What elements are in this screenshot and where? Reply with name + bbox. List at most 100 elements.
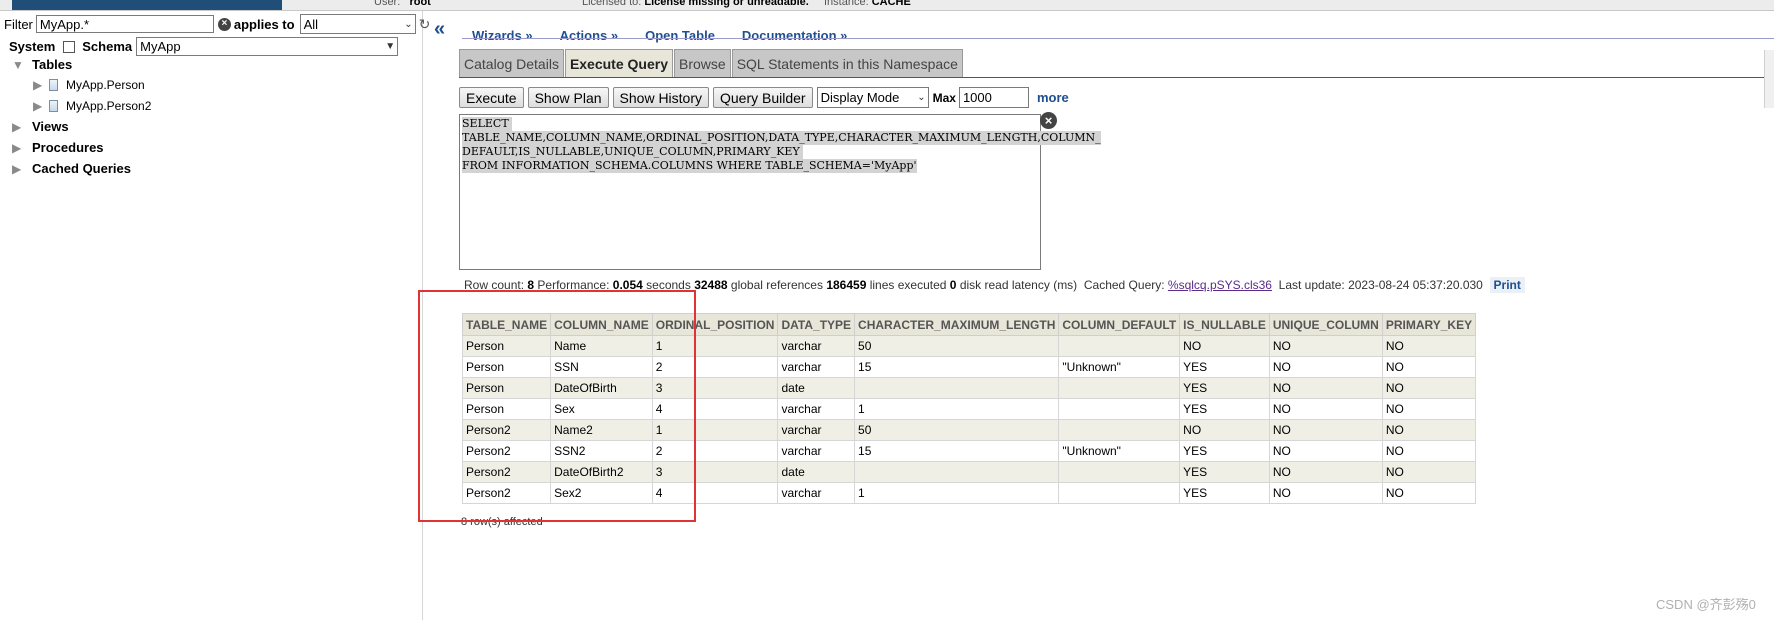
schema-select[interactable]: MyApp ▼ — [136, 37, 399, 56]
menu-open-table[interactable]: Open Table — [645, 28, 715, 43]
instance-info: Instance: CACHE — [824, 0, 911, 8]
table-cell: "Unknown" — [1058, 356, 1181, 378]
refresh-icon[interactable]: ↻ — [419, 16, 431, 33]
table-cell: NO — [1179, 335, 1270, 357]
clear-query-button[interactable]: × — [1040, 112, 1057, 129]
table-cell: YES — [1179, 461, 1270, 483]
table-cell — [1058, 377, 1181, 399]
more-link[interactable]: more — [1037, 90, 1069, 105]
table-cell: NO — [1268, 356, 1383, 378]
table-cell: varchar — [777, 335, 856, 357]
tree-node-views[interactable]: ▶ Views — [12, 119, 69, 134]
collapse-panel-icon[interactable]: « — [434, 18, 445, 41]
column-header: COLUMN_DEFAULT — [1058, 313, 1181, 336]
schema-row: System Schema MyApp ▼ — [9, 37, 399, 56]
table-cell: YES — [1179, 377, 1270, 399]
column-header: DATA_TYPE — [777, 313, 856, 336]
table-cell: NO — [1268, 398, 1383, 420]
chevron-down-icon: ⌄ — [404, 18, 413, 30]
max-rows-input[interactable] — [958, 87, 1029, 108]
tab-execute-query[interactable]: Execute Query — [564, 49, 673, 77]
table-cell: 15 — [854, 440, 1060, 462]
tree-node-procedures[interactable]: ▶ Procedures — [12, 140, 104, 155]
table-cell: YES — [1179, 356, 1270, 378]
tab-catalog-details[interactable]: Catalog Details — [459, 49, 564, 77]
table-cell — [1058, 482, 1181, 504]
chevron-down-icon: ⌄ — [917, 92, 926, 103]
table-cell: NO — [1268, 461, 1383, 483]
system-checkbox[interactable] — [63, 40, 76, 53]
column-header: CHARACTER_MAXIMUM_LENGTH — [854, 313, 1060, 336]
column-header: IS_NULLABLE — [1179, 313, 1270, 336]
table-icon — [49, 100, 58, 112]
menu-documentation[interactable]: Documentation » — [742, 28, 847, 43]
table-cell — [1058, 335, 1181, 357]
table-cell: varchar — [777, 356, 856, 378]
table-cell — [854, 461, 1060, 483]
table-cell: NO — [1179, 419, 1270, 441]
table-cell: "Unknown" — [1058, 440, 1181, 462]
show-history-button[interactable]: Show History — [612, 87, 709, 108]
scrollbar[interactable] — [1764, 50, 1774, 108]
show-plan-button[interactable]: Show Plan — [527, 87, 609, 108]
table-cell: date — [777, 377, 856, 399]
tab-browse[interactable]: Browse — [674, 49, 731, 77]
display-mode-select[interactable]: Display Mode ⌄ — [816, 87, 929, 108]
table-cell: 1 — [854, 398, 1060, 420]
applies-to-select[interactable]: All ⌄ — [299, 14, 416, 34]
clear-filter-icon[interactable]: × — [217, 17, 231, 31]
filter-input[interactable] — [35, 15, 214, 33]
max-label: Max — [932, 90, 956, 105]
chevron-down-icon: ▼ — [385, 41, 396, 52]
filter-label: Filter — [4, 16, 33, 32]
system-label: System — [9, 39, 56, 54]
table-cell — [1058, 398, 1181, 420]
table-cell: NO — [1381, 482, 1477, 504]
table-cell: 50 — [854, 335, 1060, 357]
collapsed-triangle-icon: ▶ — [12, 161, 22, 176]
tree-item-table[interactable]: ▶ MyApp.Person — [33, 78, 145, 92]
cached-query-link[interactable]: %sqlcq.pSYS.cls36 — [1168, 278, 1272, 292]
menu-bar: Wizards » Actions » Open Table Documenta… — [472, 28, 874, 43]
table-cell: NO — [1381, 398, 1477, 420]
top-header-strip: User: root Licensed to: License missing … — [0, 0, 1774, 11]
execute-button[interactable]: Execute — [459, 87, 524, 108]
menu-wizards[interactable]: Wizards » — [472, 28, 533, 43]
sql-query-textarea[interactable]: SELECT TABLE_NAME,COLUMN_NAME,ORDINAL_PO… — [459, 114, 1101, 270]
table-cell: date — [777, 461, 856, 483]
watermark: CSDN @齐彭殇0 — [1656, 597, 1756, 612]
tab-bar: Catalog Details Execute Query Browse SQL… — [459, 49, 964, 77]
query-toolbar: Execute Show Plan Show History Query Bui… — [459, 87, 1069, 108]
column-header: UNIQUE_COLUMN — [1268, 313, 1383, 336]
tree-node-cached-queries[interactable]: ▶ Cached Queries — [12, 161, 131, 176]
sql-line: TABLE_NAME,COLUMN_NAME,ORDINAL_POSITION,… — [462, 131, 1101, 145]
table-cell: varchar — [777, 482, 856, 504]
table-cell: varchar — [777, 398, 856, 420]
highlight-annotation-box — [418, 290, 696, 522]
table-cell — [1058, 461, 1181, 483]
user-info: User: root — [374, 0, 431, 8]
print-link[interactable]: Print — [1489, 277, 1525, 293]
schema-label: Schema — [82, 39, 133, 54]
table-cell: 15 — [854, 356, 1060, 378]
tab-divider — [459, 77, 1774, 78]
table-cell: 1 — [854, 482, 1060, 504]
table-cell: NO — [1268, 335, 1383, 357]
license-info: Licensed to: License missing or unreadab… — [582, 0, 809, 8]
table-cell: NO — [1268, 482, 1383, 504]
sql-line: SELECT — [462, 117, 513, 131]
table-cell: NO — [1268, 377, 1383, 399]
tab-sql-statements[interactable]: SQL Statements in this Namespace — [731, 49, 963, 77]
menu-actions[interactable]: Actions » — [560, 28, 619, 43]
menu-divider — [462, 38, 1774, 39]
table-cell — [1058, 419, 1181, 441]
column-header: PRIMARY_KEY — [1381, 313, 1477, 336]
tree-node-tables[interactable]: ▼ Tables — [12, 57, 72, 72]
table-cell: 50 — [854, 419, 1060, 441]
collapsed-triangle-icon: ▶ — [33, 99, 43, 113]
collapsed-triangle-icon: ▶ — [12, 140, 22, 155]
brand-bar — [12, 0, 282, 10]
collapsed-triangle-icon: ▶ — [12, 119, 22, 134]
query-builder-button[interactable]: Query Builder — [713, 87, 813, 108]
tree-item-table[interactable]: ▶ MyApp.Person2 — [33, 99, 151, 113]
